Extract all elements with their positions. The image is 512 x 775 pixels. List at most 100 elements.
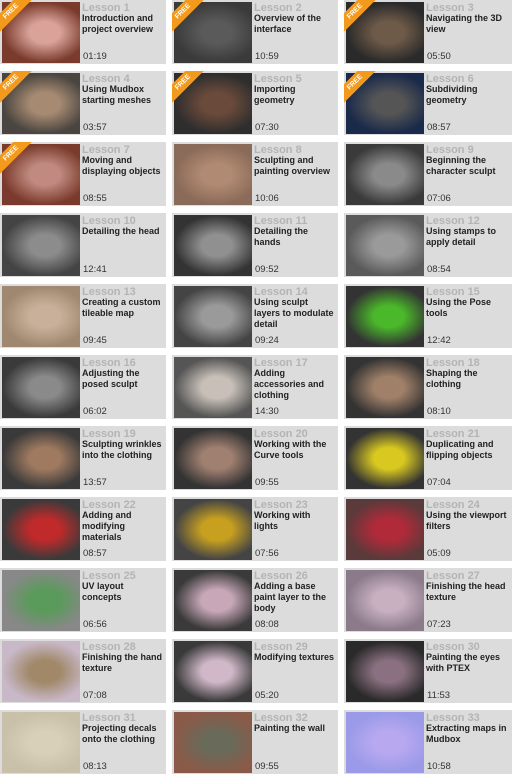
lesson-title[interactable]: Using Mudbox starting meshes (82, 84, 164, 106)
lesson-card[interactable]: Lesson 28 Finishing the hand texture 07:08 (0, 639, 166, 703)
lesson-title[interactable]: Adding and modifying materials (82, 510, 164, 543)
lesson-duration: 08:08 (255, 619, 279, 630)
lesson-title[interactable]: Working with lights (254, 510, 336, 532)
lesson-title[interactable]: Importing geometry (254, 84, 336, 106)
lesson-thumbnail[interactable] (346, 570, 424, 631)
lesson-title[interactable]: Navigating the 3D view (426, 13, 508, 35)
lesson-duration: 07:23 (427, 619, 451, 630)
lesson-thumbnail[interactable] (346, 144, 424, 205)
lesson-thumbnail[interactable] (346, 286, 424, 347)
lesson-card[interactable]: Lesson 25 UV layout concepts 06:56 (0, 568, 166, 632)
lesson-card[interactable]: FREE Lesson 4 Using Mudbox starting meshes… (0, 71, 166, 135)
lesson-duration: 09:55 (255, 477, 279, 488)
lesson-card[interactable]: Lesson 19 Sculpting wrinkles into the clo… (0, 426, 166, 490)
lesson-thumbnail[interactable] (174, 357, 252, 418)
lesson-thumbnail[interactable] (174, 641, 252, 702)
lesson-card[interactable]: Lesson 16 Adjusting the posed sculpt 06:02 (0, 355, 166, 419)
lesson-thumbnail[interactable] (346, 357, 424, 418)
lesson-card[interactable]: Lesson 9 Beginning the character sculpt 07… (344, 142, 512, 206)
lesson-thumbnail[interactable] (2, 499, 80, 560)
lesson-thumbnail[interactable] (346, 499, 424, 560)
lesson-thumbnail[interactable] (346, 215, 424, 276)
lesson-thumbnail[interactable] (2, 641, 80, 702)
lesson-card[interactable]: Lesson 18 Shaping the clothing 08:10 (344, 355, 512, 419)
lesson-card[interactable]: Lesson 21 Duplicating and flipping object… (344, 426, 512, 490)
lesson-card[interactable]: Lesson 24 Using the viewport filters 05:09 (344, 497, 512, 561)
lesson-title[interactable]: Painting the eyes with PTEX (426, 652, 508, 674)
lesson-title[interactable]: Using the viewport filters (426, 510, 508, 532)
lesson-duration: 10:06 (255, 193, 279, 204)
lesson-thumbnail[interactable] (174, 570, 252, 631)
lesson-thumbnail[interactable] (2, 428, 80, 489)
lesson-thumbnail[interactable] (174, 144, 252, 205)
lesson-title[interactable]: UV layout concepts (82, 581, 164, 603)
lesson-title[interactable]: Finishing the head texture (426, 581, 508, 603)
lesson-title[interactable]: Subdividing geometry (426, 84, 508, 106)
lesson-thumbnail[interactable] (346, 641, 424, 702)
lesson-title[interactable]: Shaping the clothing (426, 368, 508, 390)
lesson-card[interactable]: FREE Lesson 5 Importing geometry 07:30 (172, 71, 338, 135)
lesson-title[interactable]: Beginning the character sculpt (426, 155, 508, 177)
lesson-title[interactable]: Modifying textures (254, 652, 336, 663)
lesson-card[interactable]: Lesson 23 Working with lights 07:56 (172, 497, 338, 561)
lesson-card[interactable]: Lesson 26 Adding a base paint layer to th… (172, 568, 338, 632)
lesson-card[interactable]: Lesson 12 Using stamps to apply detail 08:… (344, 213, 512, 277)
lesson-title[interactable]: Detailing the hands (254, 226, 336, 248)
lesson-card[interactable]: Lesson 13 Creating a custom tileable map 0… (0, 284, 166, 348)
lesson-card[interactable]: FREE Lesson 1 Introduction and project ove… (0, 0, 166, 64)
lesson-card[interactable]: Lesson 10 Detailing the head 12:41 (0, 213, 166, 277)
lesson-title[interactable]: Creating a custom tileable map (82, 297, 164, 319)
lesson-thumbnail[interactable] (2, 215, 80, 276)
lesson-title[interactable]: Introduction and project overview (82, 13, 164, 35)
lesson-thumbnail[interactable] (174, 712, 252, 773)
lesson-card[interactable]: Lesson 29 Modifying textures 05:20 (172, 639, 338, 703)
lesson-card[interactable]: Lesson 22 Adding and modifying materials 0… (0, 497, 166, 561)
lesson-card[interactable]: Lesson 15 Using the Pose tools 12:42 (344, 284, 512, 348)
lesson-title[interactable]: Finishing the hand texture (82, 652, 164, 674)
lesson-thumbnail[interactable] (174, 499, 252, 560)
lesson-card[interactable]: FREE Lesson 7 Moving and displaying object… (0, 142, 166, 206)
lesson-thumbnail[interactable] (2, 286, 80, 347)
lesson-card[interactable]: Lesson 11 Detailing the hands 09:52 (172, 213, 338, 277)
lesson-duration: 10:59 (255, 51, 279, 62)
lesson-card[interactable]: Lesson 27 Finishing the head texture 07:23 (344, 568, 512, 632)
lesson-card[interactable]: Lesson 20 Working with the Curve tools 09:… (172, 426, 338, 490)
lesson-title[interactable]: Duplicating and flipping objects (426, 439, 508, 461)
lesson-title[interactable]: Moving and displaying objects (82, 155, 164, 177)
lesson-title[interactable]: Painting the wall (254, 723, 336, 734)
lesson-thumbnail[interactable] (2, 357, 80, 418)
lesson-thumbnail[interactable] (2, 712, 80, 773)
lesson-title[interactable]: Adding a base paint layer to the body (254, 581, 336, 614)
lesson-title[interactable]: Adding accessories and clothing (254, 368, 336, 401)
lesson-card[interactable]: Lesson 8 Sculpting and painting overview 1… (172, 142, 338, 206)
lesson-title[interactable]: Overview of the interface (254, 13, 336, 35)
lesson-thumbnail[interactable] (2, 570, 80, 631)
lesson-card[interactable]: FREE Lesson 3 Navigating the 3D view 05:50 (344, 0, 512, 64)
lesson-title[interactable]: Sculpting and painting overview (254, 155, 336, 177)
lesson-duration: 08:57 (83, 548, 107, 559)
lesson-card[interactable]: Lesson 17 Adding accessories and clothing… (172, 355, 338, 419)
lesson-title[interactable]: Sculpting wrinkles into the clothing (82, 439, 164, 461)
lesson-title[interactable]: Using sculpt layers to modulate detail (254, 297, 336, 330)
lesson-card[interactable]: Lesson 30 Painting the eyes with PTEX 11:5… (344, 639, 512, 703)
lesson-thumbnail[interactable] (346, 428, 424, 489)
lesson-card[interactable]: FREE Lesson 6 Subdividing geometry 08:57 (344, 71, 512, 135)
lesson-card[interactable]: Lesson 31 Projecting decals onto the clot… (0, 710, 166, 774)
lesson-thumbnail[interactable] (174, 428, 252, 489)
lesson-thumbnail[interactable] (174, 215, 252, 276)
lesson-title[interactable]: Projecting decals onto the clothing (82, 723, 164, 745)
lesson-card[interactable]: Lesson 33 Extracting maps in Mudbox 10:58 (344, 710, 512, 774)
lesson-title[interactable]: Adjusting the posed sculpt (82, 368, 164, 390)
lesson-title[interactable]: Extracting maps in Mudbox (426, 723, 508, 745)
lesson-thumbnail[interactable] (174, 286, 252, 347)
lesson-thumbnail[interactable] (346, 712, 424, 773)
lesson-title[interactable]: Using the Pose tools (426, 297, 508, 319)
lesson-title[interactable]: Working with the Curve tools (254, 439, 336, 461)
lesson-duration: 07:08 (83, 690, 107, 701)
lesson-duration: 05:09 (427, 548, 451, 559)
lesson-title[interactable]: Detailing the head (82, 226, 164, 237)
lesson-title[interactable]: Using stamps to apply detail (426, 226, 508, 248)
lesson-card[interactable]: Lesson 32 Painting the wall 09:55 (172, 710, 338, 774)
lesson-card[interactable]: FREE Lesson 2 Overview of the interface 10:… (172, 0, 338, 64)
lesson-card[interactable]: Lesson 14 Using sculpt layers to modulate… (172, 284, 338, 348)
